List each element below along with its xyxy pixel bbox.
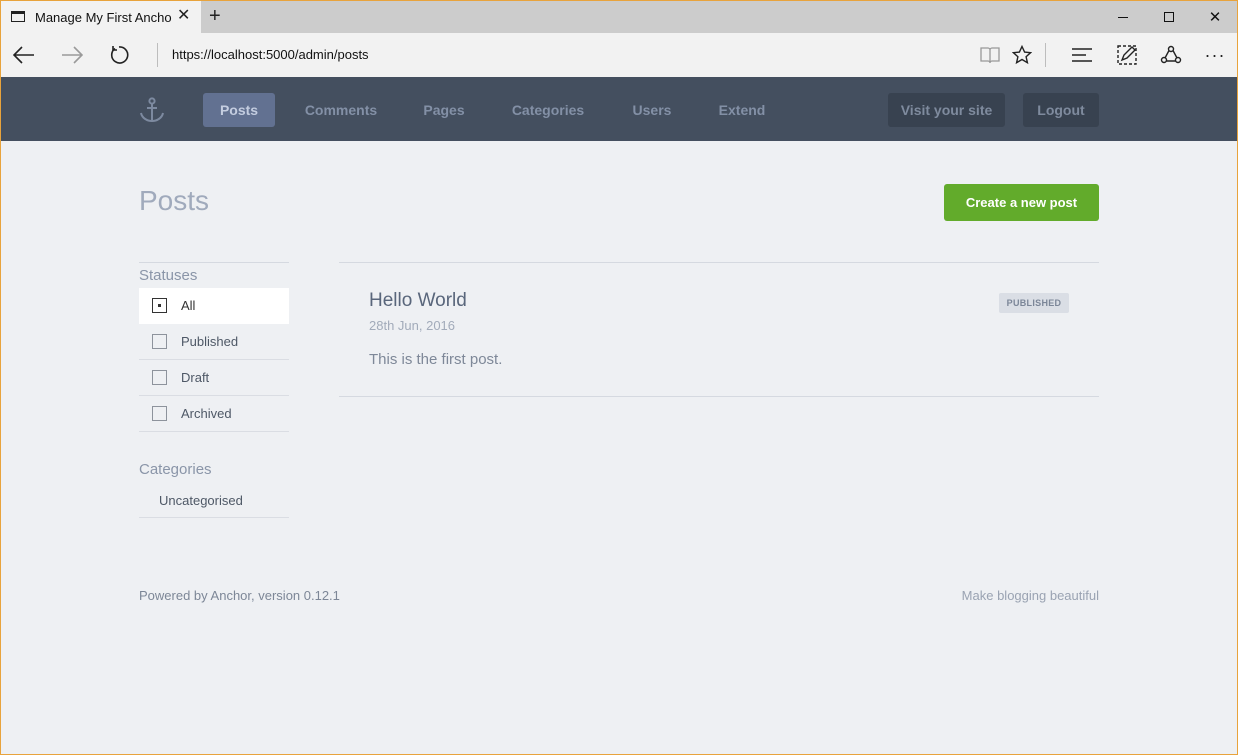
post-date: 28th Jun, 2016 bbox=[369, 318, 456, 333]
status-label: All bbox=[181, 298, 196, 313]
arrow-right-icon bbox=[62, 46, 83, 64]
share-button[interactable] bbox=[1156, 41, 1186, 69]
share-icon bbox=[1160, 45, 1182, 64]
status-filter-all[interactable]: All bbox=[139, 288, 289, 324]
status-checkbox[interactable] bbox=[152, 370, 167, 385]
hub-button[interactable] bbox=[1067, 41, 1097, 69]
favorite-button[interactable] bbox=[1007, 41, 1037, 69]
footer-powered-by: Powered by Anchor, version 0.12.1 bbox=[139, 588, 340, 603]
status-checkbox[interactable] bbox=[152, 406, 167, 421]
footer-tagline: Make blogging beautiful bbox=[961, 588, 1099, 603]
status-filter-archived[interactable]: Archived bbox=[139, 396, 289, 432]
arrow-left-icon bbox=[13, 46, 34, 64]
browser-window: Manage My First Ancho ✕ + ✕ https://loca… bbox=[0, 0, 1238, 755]
sidebar-divider bbox=[139, 262, 289, 263]
book-icon bbox=[980, 47, 1000, 64]
checked-dot-icon bbox=[158, 304, 161, 307]
anchor-icon[interactable] bbox=[138, 96, 166, 124]
nav-posts[interactable]: Posts bbox=[203, 93, 275, 127]
minimize-button[interactable] bbox=[1100, 1, 1146, 33]
maximize-button[interactable] bbox=[1146, 1, 1192, 33]
status-filter-draft[interactable]: Draft bbox=[139, 360, 289, 396]
nav-extend[interactable]: Extend bbox=[707, 93, 777, 127]
reading-view-button[interactable] bbox=[975, 41, 1005, 69]
status-badge: PUBLISHED bbox=[999, 293, 1069, 313]
tab-title: Manage My First Ancho bbox=[35, 10, 172, 25]
nav-categories[interactable]: Categories bbox=[501, 93, 595, 127]
post-excerpt: This is the first post. bbox=[369, 351, 503, 368]
toolbar-separator bbox=[1045, 43, 1046, 67]
app-header: Posts Comments Pages Categories Users Ex… bbox=[1, 77, 1237, 141]
status-checkbox[interactable] bbox=[152, 334, 167, 349]
close-window-button[interactable]: ✕ bbox=[1192, 1, 1237, 33]
url-field[interactable]: https://localhost:5000/admin/posts bbox=[172, 47, 369, 62]
hub-icon bbox=[1072, 48, 1092, 62]
page-icon bbox=[11, 11, 25, 22]
status-filter-published[interactable]: Published bbox=[139, 324, 289, 360]
page-title: Posts bbox=[139, 185, 210, 216]
status-label: Draft bbox=[181, 370, 210, 385]
post-list-divider bbox=[339, 396, 1099, 397]
star-icon bbox=[1012, 45, 1032, 65]
post-title[interactable]: Hello World bbox=[369, 290, 467, 312]
forward-button[interactable] bbox=[57, 41, 87, 69]
status-label: Published bbox=[181, 334, 239, 349]
web-note-button[interactable] bbox=[1112, 41, 1142, 69]
tab-close-icon[interactable]: ✕ bbox=[177, 8, 190, 24]
new-tab-icon[interactable]: + bbox=[209, 6, 221, 26]
nav-users[interactable]: Users bbox=[621, 93, 683, 127]
statuses-heading: Statuses bbox=[139, 267, 198, 284]
minimize-icon bbox=[1118, 16, 1128, 18]
category-filter-uncategorised[interactable]: Uncategorised bbox=[139, 486, 289, 518]
status-checkbox[interactable] bbox=[152, 298, 167, 313]
browser-tab[interactable]: Manage My First Ancho ✕ bbox=[1, 1, 201, 33]
address-separator bbox=[157, 43, 158, 67]
refresh-button[interactable] bbox=[104, 41, 134, 69]
title-bar: Manage My First Ancho ✕ + ✕ bbox=[1, 1, 1237, 33]
status-label: Archived bbox=[181, 406, 232, 421]
back-button[interactable] bbox=[9, 41, 39, 69]
post-list-divider bbox=[339, 262, 1099, 263]
category-label: Uncategorised bbox=[159, 493, 243, 508]
visit-site-button[interactable]: Visit your site bbox=[888, 93, 1005, 127]
address-bar: https://localhost:5000/admin/posts ··· bbox=[1, 33, 1237, 77]
nav-comments[interactable]: Comments bbox=[295, 93, 387, 127]
pen-icon bbox=[1117, 45, 1137, 65]
nav-pages[interactable]: Pages bbox=[411, 93, 477, 127]
logout-button[interactable]: Logout bbox=[1023, 93, 1099, 127]
refresh-icon bbox=[110, 46, 129, 64]
more-button[interactable]: ··· bbox=[1200, 41, 1230, 69]
categories-heading: Categories bbox=[139, 461, 212, 478]
more-icon: ··· bbox=[1204, 44, 1226, 65]
create-post-button[interactable]: Create a new post bbox=[944, 184, 1099, 221]
maximize-icon bbox=[1164, 12, 1174, 22]
